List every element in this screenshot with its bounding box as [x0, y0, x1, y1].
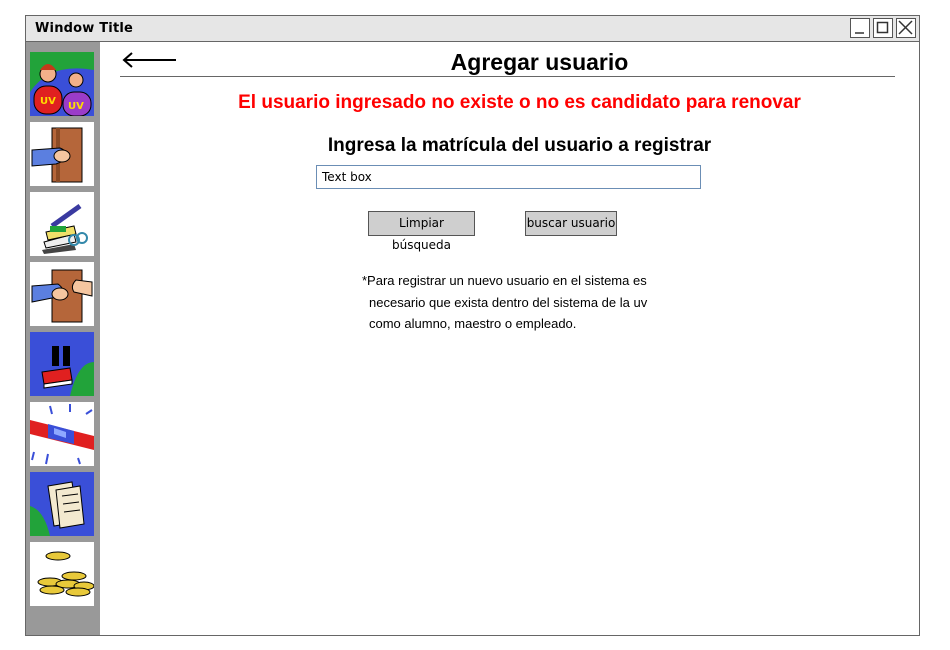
hand-book-icon	[31, 127, 83, 183]
close-icon	[898, 20, 913, 35]
sidebar-item-documents[interactable]	[30, 472, 94, 536]
sidebar-item-pause[interactable]	[30, 332, 94, 396]
sidebar-item-users[interactable]: UV UV	[30, 52, 94, 116]
main-panel: Agregar usuario El usuario ingresado no …	[100, 42, 919, 635]
sidebar-item-fines[interactable]	[30, 542, 94, 606]
svg-text:UV: UV	[40, 96, 56, 107]
pause-book-icon	[30, 332, 94, 396]
coins-icon	[37, 551, 94, 597]
books-pen-icon	[42, 203, 88, 254]
handover-book-icon	[31, 269, 93, 323]
minimize-button[interactable]	[850, 18, 870, 38]
page-title: Agregar usuario	[450, 49, 629, 75]
note-line: *Para registrar un nuevo usuario en el s…	[362, 273, 647, 288]
maximize-button[interactable]	[873, 18, 893, 38]
minimize-icon	[855, 32, 864, 34]
sidebar-item-records[interactable]	[30, 192, 94, 256]
sidebar-item-return[interactable]	[30, 262, 94, 326]
sidebar-item-alert[interactable]	[30, 402, 94, 466]
users-uv-icon: UV UV	[30, 52, 94, 116]
window-title: Window Title	[35, 21, 134, 36]
title-bar: Window Title	[26, 16, 919, 42]
alarm-light-icon	[30, 404, 94, 465]
documents-icon	[30, 472, 94, 536]
title-divider	[120, 76, 895, 77]
app-window: Window Title UV UV Agregar usuario El us…	[25, 15, 920, 636]
clear-search-button[interactable]: Limpiar búsqueda	[368, 211, 475, 252]
input-prompt: Ingresa la matrícula del usuario a regis…	[327, 135, 712, 156]
sidebar: UV UV	[26, 42, 100, 635]
error-message: El usuario ingresado no existe o no es c…	[238, 92, 801, 113]
svg-text:UV: UV	[68, 101, 84, 112]
sidebar-item-loan[interactable]	[30, 122, 94, 186]
note-line: como alumno, maestro o empleado.	[369, 316, 577, 331]
search-user-button[interactable]: buscar usuario	[525, 211, 617, 236]
info-note: *Para registrar un nuevo usuario en el s…	[362, 270, 647, 335]
matricula-input[interactable]: Text box	[316, 165, 701, 189]
close-button[interactable]	[896, 18, 916, 38]
note-line: necesario que exista dentro del sistema …	[369, 294, 648, 310]
maximize-icon	[876, 21, 889, 34]
